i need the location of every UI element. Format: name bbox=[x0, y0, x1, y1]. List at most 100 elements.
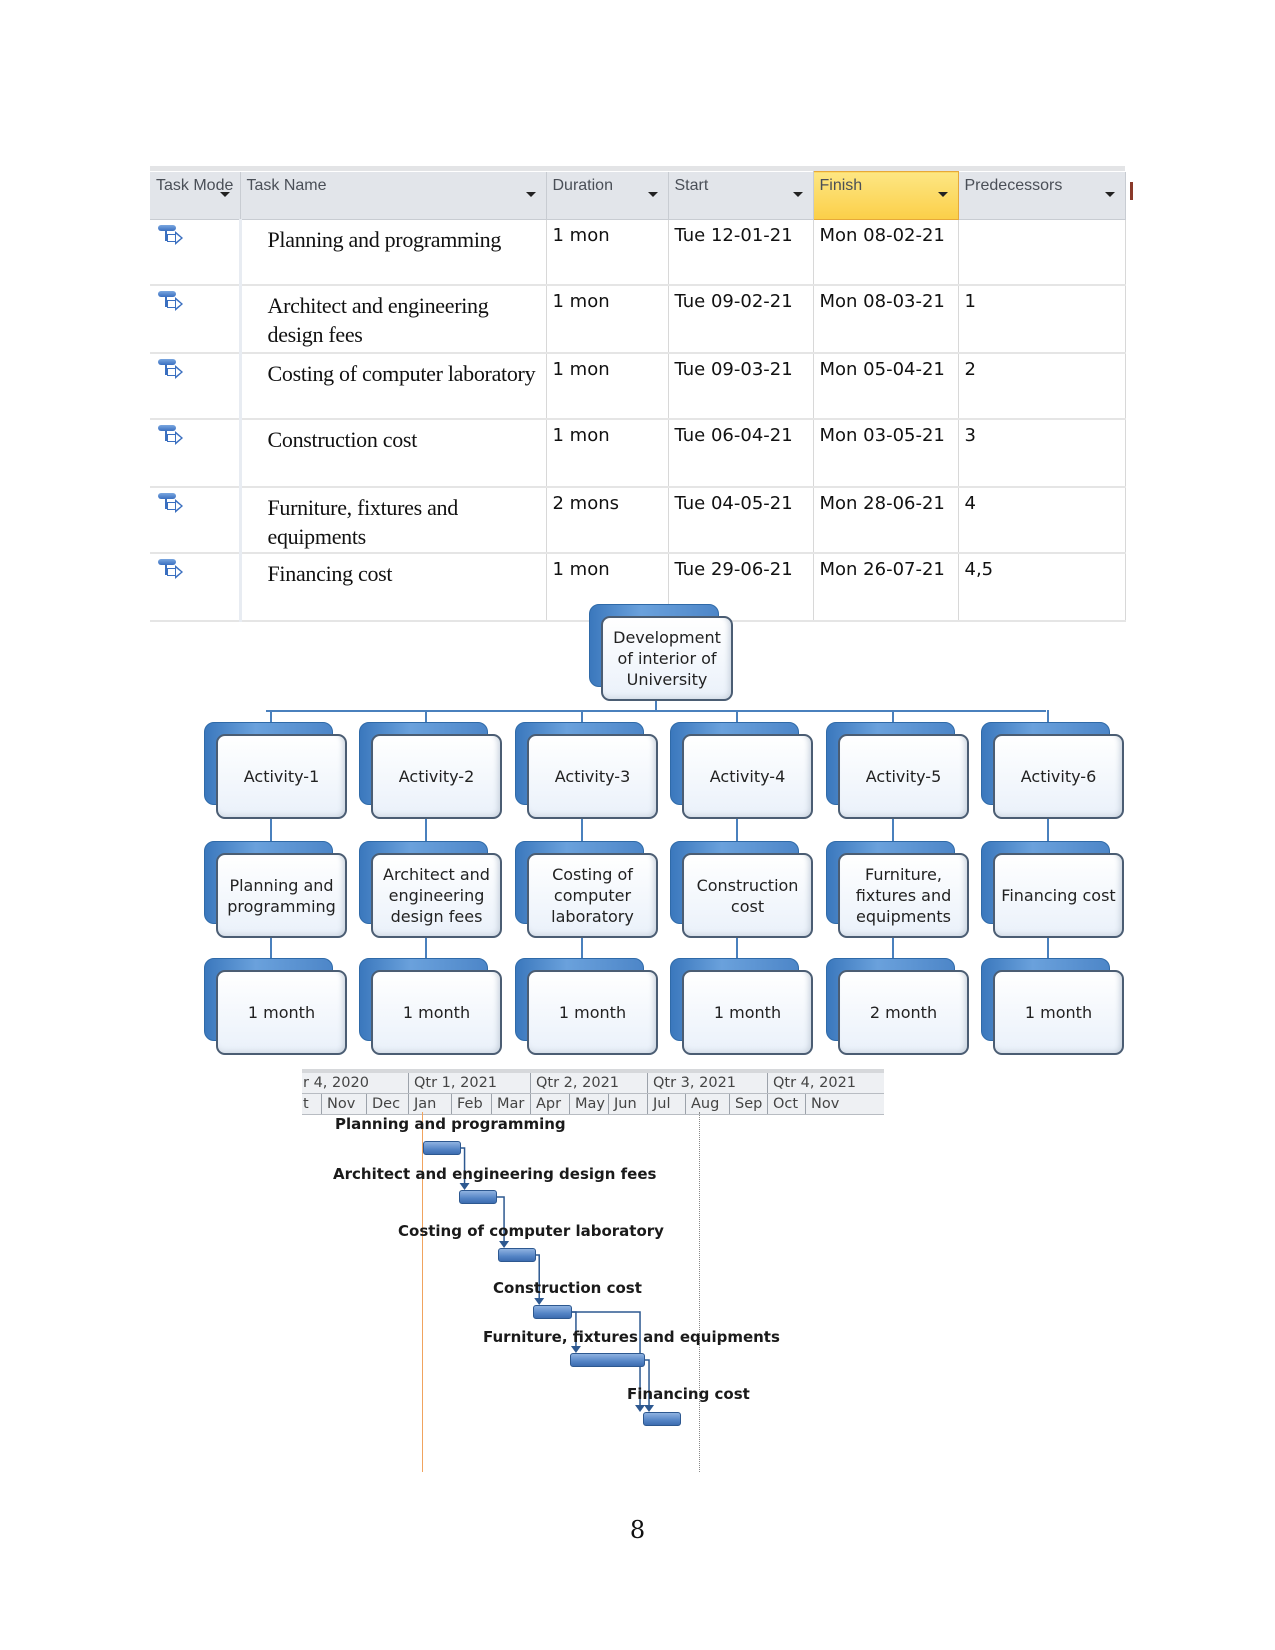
finish-cell[interactable]: Mon 28-06-21 bbox=[813, 487, 959, 554]
dropdown-arrow-icon[interactable] bbox=[647, 191, 658, 197]
predecessors-cell[interactable]: 4 bbox=[958, 487, 1126, 554]
task-mode-cell[interactable] bbox=[150, 353, 242, 420]
start-cell[interactable]: Tue 09-02-21 bbox=[668, 285, 814, 354]
task-node[interactable]: Furniture, fixtures and equipments bbox=[826, 841, 969, 938]
finish-cell[interactable]: Mon 08-02-21 bbox=[813, 219, 959, 286]
task-node[interactable]: Architect and engineering design fees bbox=[359, 841, 502, 938]
column-header-task-name[interactable]: Task Name bbox=[240, 171, 547, 220]
table-row[interactable]: Architect and engineering design fees 1 … bbox=[150, 285, 1126, 354]
column-header-duration[interactable]: Duration bbox=[546, 171, 669, 220]
column-header-start[interactable]: Start bbox=[668, 171, 814, 220]
finish-cell[interactable]: Mon 03-05-21 bbox=[813, 419, 959, 488]
activity-node[interactable]: Activity-5 bbox=[826, 722, 969, 819]
gantt-task-label: Planning and programming bbox=[335, 1115, 566, 1133]
task-name-cell[interactable]: Costing of computer laboratory bbox=[240, 353, 547, 420]
quarter-row: r 4, 2020 Qtr 1, 2021 Qtr 2, 2021 Qtr 3, 20… bbox=[302, 1073, 884, 1094]
task-name-cell[interactable]: Architect and engineering design fees bbox=[240, 285, 547, 354]
start-cell[interactable]: Tue 04-05-21 bbox=[668, 487, 814, 554]
task-mode-cell[interactable] bbox=[150, 419, 242, 488]
duration-node-label: 1 month bbox=[993, 970, 1124, 1055]
activity-node[interactable]: Activity-6 bbox=[981, 722, 1124, 819]
task-mode-cell[interactable] bbox=[150, 219, 242, 286]
duration-cell[interactable]: 1 mon bbox=[546, 219, 669, 286]
table-row[interactable]: Planning and programming 1 mon Tue 12-01… bbox=[150, 219, 1126, 286]
dropdown-arrow-icon[interactable] bbox=[525, 191, 536, 197]
month-label: May bbox=[569, 1094, 608, 1114]
finish-cell[interactable]: Mon 08-03-21 bbox=[813, 285, 959, 354]
task-node[interactable]: Costing of computer laboratory bbox=[515, 841, 658, 938]
predecessors-cell[interactable] bbox=[958, 219, 1126, 286]
duration-cell[interactable]: 1 mon bbox=[546, 419, 669, 488]
task-node[interactable]: Planning and programming bbox=[204, 841, 347, 938]
column-header-task-mode[interactable]: Task Mode bbox=[150, 171, 241, 220]
next-column-edge bbox=[1129, 181, 1133, 200]
table-row[interactable]: Construction cost 1 mon Tue 06-04-21 Mon… bbox=[150, 419, 1126, 488]
activity-node[interactable]: Activity-2 bbox=[359, 722, 502, 819]
duration-cell[interactable]: 1 mon bbox=[546, 285, 669, 354]
task-name-cell[interactable]: Construction cost bbox=[240, 419, 547, 488]
month-label: Mar bbox=[491, 1094, 530, 1114]
gantt-task-label: Architect and engineering design fees bbox=[333, 1165, 657, 1183]
duration-node[interactable]: 2 month bbox=[826, 958, 969, 1055]
quarter-label: Qtr 3, 2021 bbox=[647, 1073, 767, 1093]
task-mode-cell[interactable] bbox=[150, 553, 242, 622]
gantt-task-bar[interactable] bbox=[643, 1412, 682, 1426]
quarter-label: Qtr 1, 2021 bbox=[408, 1073, 530, 1093]
gantt-task-bar[interactable] bbox=[458, 1190, 497, 1204]
task-node[interactable]: Construction cost bbox=[670, 841, 813, 938]
task-name-cell[interactable]: Furniture, fixtures and equipments bbox=[240, 487, 547, 554]
duration-node[interactable]: 1 month bbox=[670, 958, 813, 1055]
gantt-task-label: Furniture, fixtures and equipments bbox=[483, 1328, 780, 1346]
predecessors-cell[interactable]: 4,5 bbox=[958, 553, 1126, 622]
start-cell[interactable]: Tue 06-04-21 bbox=[668, 419, 814, 488]
predecessors-cell[interactable]: 3 bbox=[958, 419, 1126, 488]
start-cell[interactable]: Tue 09-03-21 bbox=[668, 353, 814, 420]
column-header-finish[interactable]: Finish bbox=[812, 171, 959, 220]
task-node-label: Financing cost bbox=[993, 853, 1124, 938]
activity-node[interactable]: Activity-4 bbox=[670, 722, 813, 819]
dropdown-arrow-icon[interactable] bbox=[937, 192, 948, 197]
page-number: 8 bbox=[629, 1516, 646, 1544]
duration-node[interactable]: 1 month bbox=[515, 958, 658, 1055]
task-node-label: Architect and engineering design fees bbox=[371, 853, 502, 938]
dependency-link bbox=[643, 1359, 650, 1410]
activity-node[interactable]: Activity-1 bbox=[204, 722, 347, 819]
activity-node[interactable]: Activity-3 bbox=[515, 722, 658, 819]
dropdown-arrow-icon[interactable] bbox=[1104, 191, 1115, 197]
finish-cell[interactable]: Mon 26-07-21 bbox=[813, 553, 959, 622]
gantt-task-label: Financing cost bbox=[627, 1385, 750, 1403]
gantt-task-bar[interactable] bbox=[533, 1305, 572, 1319]
duration-cell[interactable]: 2 mons bbox=[546, 487, 669, 554]
dependency-arrow-icon bbox=[534, 1298, 545, 1305]
start-cell[interactable]: Tue 12-01-21 bbox=[668, 219, 814, 286]
org-root-node[interactable]: Development of interior of University bbox=[589, 604, 733, 701]
quarter-label: Qtr 4, 2021 bbox=[767, 1073, 884, 1093]
duration-node-label: 1 month bbox=[216, 970, 347, 1055]
task-node-label: Planning and programming bbox=[216, 853, 347, 938]
dependency-arrow-icon bbox=[459, 1183, 470, 1190]
duration-node[interactable]: 1 month bbox=[981, 958, 1124, 1055]
dropdown-arrow-icon[interactable] bbox=[219, 191, 230, 197]
auto-scheduled-task-icon bbox=[158, 493, 184, 515]
task-name-cell[interactable]: Planning and programming bbox=[240, 219, 547, 286]
predecessors-cell[interactable]: 2 bbox=[958, 353, 1126, 420]
table-row[interactable]: Furniture, fixtures and equipments 2 mon… bbox=[150, 487, 1126, 554]
duration-node[interactable]: 1 month bbox=[359, 958, 502, 1055]
dependency-link bbox=[534, 1254, 540, 1303]
predecessors-cell[interactable]: 1 bbox=[958, 285, 1126, 354]
column-header-predecessors[interactable]: Predecessors bbox=[958, 171, 1133, 220]
task-name-cell[interactable]: Financing cost bbox=[240, 553, 547, 622]
duration-node[interactable]: 1 month bbox=[204, 958, 347, 1055]
gantt-task-bar[interactable] bbox=[498, 1248, 537, 1262]
duration-cell[interactable]: 1 mon bbox=[546, 353, 669, 420]
gantt-task-bar[interactable] bbox=[569, 1353, 645, 1367]
quarter-label: r 4, 2020 bbox=[303, 1075, 369, 1091]
task-node[interactable]: Financing cost bbox=[981, 841, 1124, 938]
task-mode-cell[interactable] bbox=[150, 487, 242, 554]
dropdown-arrow-icon[interactable] bbox=[792, 191, 803, 197]
finish-cell[interactable]: Mon 05-04-21 bbox=[813, 353, 959, 420]
table-row[interactable]: Costing of computer laboratory 1 mon Tue… bbox=[150, 353, 1126, 420]
auto-scheduled-task-icon bbox=[158, 291, 184, 313]
task-mode-cell[interactable] bbox=[150, 285, 242, 354]
gantt-task-bar[interactable] bbox=[423, 1141, 462, 1155]
